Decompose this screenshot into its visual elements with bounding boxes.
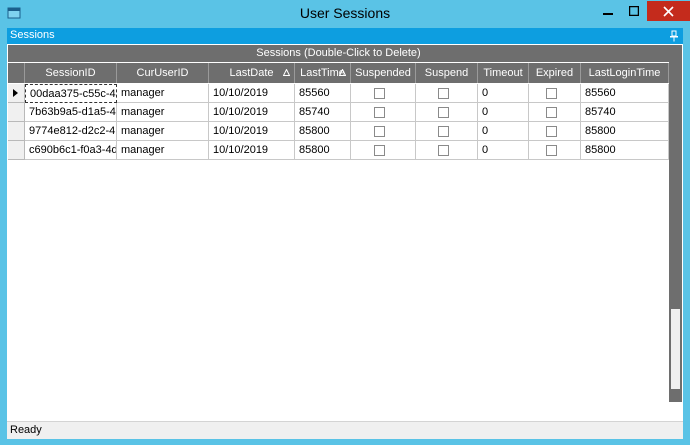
cell-lasttime[interactable]: 85800 bbox=[295, 122, 351, 141]
column-header-label: LastLoginTime bbox=[588, 67, 661, 79]
column-header-suspended[interactable]: Suspended bbox=[351, 63, 416, 83]
checkbox-suspend[interactable] bbox=[438, 88, 449, 99]
vertical-scrollbar[interactable] bbox=[669, 45, 682, 402]
column-header-suspend[interactable]: Suspend bbox=[416, 63, 478, 83]
cell-expired[interactable] bbox=[529, 122, 581, 141]
cell-lastlogintime[interactable]: 85740 bbox=[581, 103, 669, 122]
cell-lasttime[interactable]: 85740 bbox=[295, 103, 351, 122]
row-header-corner bbox=[8, 63, 25, 83]
cell-suspended[interactable] bbox=[351, 122, 416, 141]
column-header-curuserid[interactable]: CurUserID bbox=[117, 63, 209, 83]
row-selector[interactable] bbox=[8, 141, 25, 160]
window-title: User Sessions bbox=[299, 5, 391, 21]
cell-curuserid[interactable]: manager bbox=[117, 141, 209, 160]
close-icon bbox=[663, 5, 674, 17]
checkbox-suspend[interactable] bbox=[438, 126, 449, 137]
cell-lastlogintime[interactable]: 85800 bbox=[581, 122, 669, 141]
checkbox-suspended[interactable] bbox=[374, 126, 385, 137]
status-bar: Ready bbox=[7, 421, 683, 439]
cell-timeout[interactable]: 0 bbox=[478, 103, 529, 122]
cell-timeout[interactable]: 0 bbox=[478, 141, 529, 160]
cell-suspend[interactable] bbox=[416, 84, 478, 103]
close-button[interactable] bbox=[647, 1, 690, 21]
cell-lastdate[interactable]: 10/10/2019 bbox=[209, 103, 295, 122]
column-header-label: CurUserID bbox=[136, 67, 189, 79]
column-header-label: Timeout bbox=[483, 67, 523, 79]
cell-suspend[interactable] bbox=[416, 141, 478, 160]
cell-sessionid[interactable]: 00daa375-c55c-4 bbox=[25, 84, 117, 103]
maximize-icon bbox=[629, 6, 639, 16]
column-header-lasttime[interactable]: LastTime bbox=[295, 63, 351, 83]
checkbox-suspended[interactable] bbox=[374, 88, 385, 99]
checkbox-expired[interactable] bbox=[546, 107, 557, 118]
minimize-icon bbox=[603, 13, 613, 15]
cell-expired[interactable] bbox=[529, 84, 581, 103]
cell-timeout[interactable]: 0 bbox=[478, 84, 529, 103]
column-header-label: SessionID bbox=[45, 67, 96, 79]
row-selector[interactable] bbox=[8, 122, 25, 141]
column-header-lastlogintime[interactable]: LastLoginTime bbox=[581, 63, 669, 83]
cell-curuserid[interactable]: manager bbox=[117, 84, 209, 103]
panel-title: Sessions bbox=[10, 29, 55, 41]
column-header-sessionid[interactable]: SessionID bbox=[25, 63, 117, 83]
sort-ascending-icon bbox=[283, 69, 290, 76]
status-text: Ready bbox=[10, 424, 42, 436]
sort-ascending-icon bbox=[339, 69, 346, 76]
checkbox-suspended[interactable] bbox=[374, 107, 385, 118]
cell-sessionid[interactable]: c690b6c1-f0a3-4d bbox=[25, 141, 117, 160]
cell-lasttime[interactable]: 85560 bbox=[295, 84, 351, 103]
cell-lastdate[interactable]: 10/10/2019 bbox=[209, 122, 295, 141]
cell-curuserid[interactable]: manager bbox=[117, 122, 209, 141]
sessions-grid[interactable]: Sessions (Double-Click to Delete) Sessio… bbox=[8, 45, 682, 418]
row-selector[interactable] bbox=[8, 103, 25, 122]
cell-suspend[interactable] bbox=[416, 103, 478, 122]
title-bar[interactable]: User Sessions bbox=[0, 0, 690, 28]
cell-sessionid[interactable]: 7b63b9a5-d1a5-4 bbox=[25, 103, 117, 122]
maximize-button[interactable] bbox=[621, 1, 647, 21]
checkbox-suspended[interactable] bbox=[374, 145, 385, 156]
minimize-button[interactable] bbox=[595, 1, 621, 21]
column-header-lastdate[interactable]: LastDate bbox=[209, 63, 295, 83]
cell-sessionid[interactable]: 9774e812-d2c2-4 bbox=[25, 122, 117, 141]
column-header-expired[interactable]: Expired bbox=[529, 63, 581, 83]
cell-suspended[interactable] bbox=[351, 141, 416, 160]
cell-suspended[interactable] bbox=[351, 103, 416, 122]
sessions-panel: Sessions Sessions (Double-Click to Delet… bbox=[7, 28, 683, 439]
cell-lasttime[interactable]: 85800 bbox=[295, 141, 351, 160]
column-header-label: LastDate bbox=[229, 67, 274, 79]
column-header-timeout[interactable]: Timeout bbox=[478, 63, 529, 83]
cell-lastdate[interactable]: 10/10/2019 bbox=[209, 141, 295, 160]
pin-icon[interactable] bbox=[669, 30, 679, 42]
cell-lastdate[interactable]: 10/10/2019 bbox=[209, 84, 295, 103]
cell-suspend[interactable] bbox=[416, 122, 478, 141]
row-selector[interactable] bbox=[8, 84, 25, 103]
cell-expired[interactable] bbox=[529, 141, 581, 160]
cell-suspended[interactable] bbox=[351, 84, 416, 103]
column-header-label: Expired bbox=[535, 67, 574, 79]
checkbox-expired[interactable] bbox=[546, 145, 557, 156]
column-header-label: Suspend bbox=[424, 67, 469, 79]
cell-timeout[interactable]: 0 bbox=[478, 122, 529, 141]
cell-expired[interactable] bbox=[529, 103, 581, 122]
cell-curuserid[interactable]: manager bbox=[117, 103, 209, 122]
checkbox-expired[interactable] bbox=[546, 88, 557, 99]
vertical-scroll-thumb[interactable] bbox=[671, 309, 680, 389]
column-header-label: Suspended bbox=[355, 67, 411, 79]
cell-lastlogintime[interactable]: 85560 bbox=[581, 84, 669, 103]
panel-header: Sessions bbox=[7, 28, 683, 44]
grid-caption: Sessions (Double-Click to Delete) bbox=[8, 45, 669, 62]
checkbox-suspend[interactable] bbox=[438, 107, 449, 118]
checkbox-suspend[interactable] bbox=[438, 145, 449, 156]
checkbox-expired[interactable] bbox=[546, 126, 557, 137]
cell-lastlogintime[interactable]: 85800 bbox=[581, 141, 669, 160]
current-row-arrow-icon bbox=[13, 89, 18, 97]
